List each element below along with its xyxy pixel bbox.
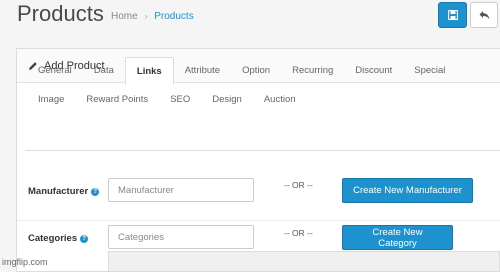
watermark: imgflip.com [2, 257, 48, 267]
save-icon [447, 10, 458, 20]
manufacturer-label: Manufacturer ? [28, 186, 100, 197]
breadcrumb-separator: › [144, 11, 148, 21]
tab-discount[interactable]: Discount [344, 57, 403, 85]
tab-general[interactable]: General [27, 57, 83, 85]
tab-data[interactable]: Data [83, 57, 125, 85]
tab-row-1: General Data Links Attribute Option Recu… [27, 57, 456, 85]
help-icon[interactable]: ? [91, 187, 100, 196]
tab-option[interactable]: Option [231, 57, 281, 85]
categories-label-text: Categories [28, 233, 78, 244]
tab-recurring[interactable]: Recurring [281, 57, 344, 85]
create-category-button[interactable]: Create New Category [342, 225, 453, 250]
breadcrumb: Home › Products [111, 11, 194, 22]
save-button[interactable] [438, 2, 467, 28]
tab-divider [25, 150, 500, 151]
add-product-panel: Add Product General Data Links Attribute… [16, 48, 500, 272]
tab-design[interactable]: Design [201, 86, 253, 114]
manufacturer-input[interactable] [108, 178, 254, 202]
tab-image[interactable]: Image [27, 86, 75, 114]
page-title: Products [17, 1, 104, 26]
categories-list-box [108, 251, 500, 271]
tab-attribute[interactable]: Attribute [174, 57, 231, 85]
breadcrumb-products[interactable]: Products [154, 11, 193, 22]
tab-reward-points[interactable]: Reward Points [75, 86, 159, 114]
help-icon[interactable]: ? [80, 234, 89, 243]
breadcrumb-home[interactable]: Home [111, 11, 138, 22]
tab-auction[interactable]: Auction [253, 86, 307, 114]
tab-row-2: Image Reward Points SEO Design Auction [27, 86, 307, 114]
reply-icon [479, 11, 489, 20]
create-manufacturer-button[interactable]: Create New Manufacturer [342, 178, 473, 203]
tab-special[interactable]: Special [403, 57, 456, 85]
tab-links[interactable]: Links [124, 57, 174, 85]
categories-input[interactable] [108, 225, 254, 249]
or-separator: -- OR -- [284, 228, 313, 238]
categories-label: Categories ? [28, 233, 89, 244]
tab-seo[interactable]: SEO [159, 86, 201, 114]
back-button[interactable] [470, 2, 498, 28]
or-separator: -- OR -- [284, 180, 313, 190]
manufacturer-row: Manufacturer ? -- OR -- Create New Manuf… [17, 170, 500, 214]
manufacturer-label-text: Manufacturer [28, 186, 89, 197]
